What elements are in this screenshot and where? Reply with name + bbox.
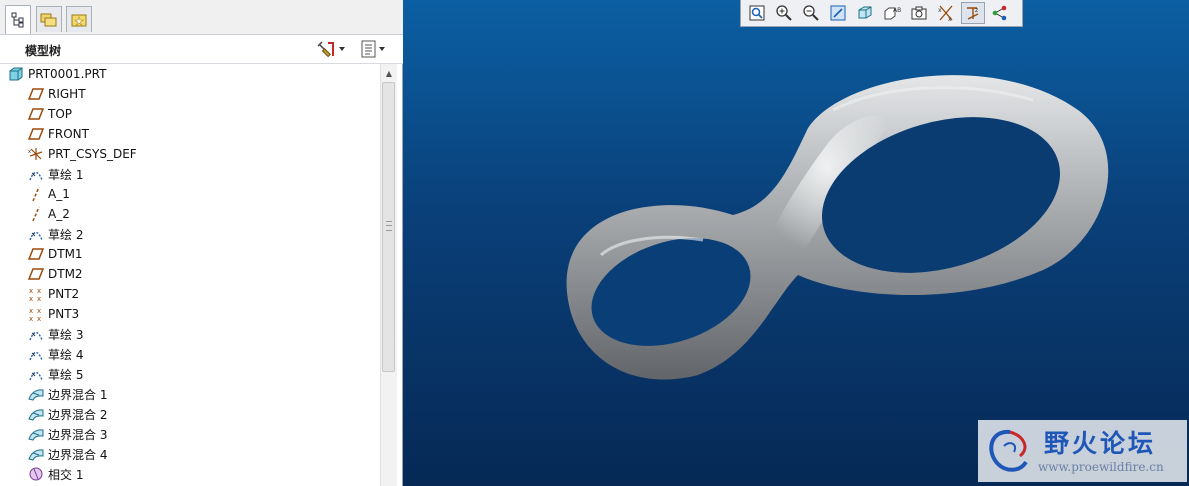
favorites-folder-icon: [71, 14, 87, 26]
part-icon: [8, 66, 24, 82]
svg-text:x: x: [29, 307, 33, 315]
tree-item-datum-front[interactable]: FRONT: [28, 124, 89, 144]
datum-plane-icon: [28, 106, 44, 122]
datum-plane-icon: [28, 126, 44, 142]
tree-item-boundary-blend-3[interactable]: 边界混合 3: [28, 424, 107, 444]
boundary-blend-icon: [28, 426, 44, 442]
tab-folder-browser[interactable]: [36, 6, 62, 32]
tab-favorites[interactable]: [66, 6, 92, 32]
navigator-panel: 模型树 PRT0001.PRT RIGHT TOP FRONT x PRT_CS…: [0, 0, 403, 486]
tree-item-point-pnt3[interactable]: xxxx PNT3: [28, 304, 79, 324]
tree-item-point-pnt2[interactable]: xxxx PNT2: [28, 284, 79, 304]
sketch-icon: [28, 346, 44, 362]
tree-item-boundary-blend-4[interactable]: 边界混合 4: [28, 444, 107, 464]
folder-browser-icon: [40, 13, 57, 26]
tree-item-intersect-1[interactable]: 相交 1: [28, 464, 83, 484]
coordinate-system-icon: x: [28, 146, 44, 162]
svg-text:x: x: [37, 287, 41, 295]
datum-axis-icon: [28, 206, 44, 222]
datum-point-icon: xxxx: [28, 306, 44, 322]
scroll-up-arrow-icon[interactable]: ▲: [381, 65, 397, 81]
sketch-icon: [28, 226, 44, 242]
chevron-down-icon: [339, 47, 345, 51]
datum-point-icon: xxxx: [28, 286, 44, 302]
svg-text:x: x: [37, 295, 41, 302]
tree-item-boundary-blend-2[interactable]: 边界混合 2: [28, 404, 107, 424]
tree-item-sketch-5[interactable]: 草绘 5: [28, 364, 83, 384]
svg-text:x: x: [29, 295, 33, 302]
model-tree-icon: [11, 12, 24, 28]
sketch-icon: [28, 166, 44, 182]
scroll-thumb[interactable]: [382, 82, 395, 372]
tree-item-sketch-3[interactable]: 草绘 3: [28, 324, 83, 344]
tree-item-datum-top[interactable]: TOP: [28, 104, 72, 124]
tree-item-axis-a2[interactable]: A_2: [28, 204, 70, 224]
svg-text:x: x: [29, 315, 33, 322]
tree-item-part[interactable]: PRT0001.PRT: [8, 64, 106, 84]
navigator-tabs: [0, 0, 403, 35]
model-tree-title: 模型树: [25, 44, 62, 58]
datum-plane-icon: [28, 246, 44, 262]
model-tree-header: 模型树: [0, 35, 403, 64]
grip-icon: [386, 221, 392, 231]
forum-watermark: 野火论坛 www.proewildfire.cn: [978, 420, 1187, 482]
boundary-blend-icon: [28, 406, 44, 422]
tree-item-csys[interactable]: x PRT_CSYS_DEF: [28, 144, 137, 164]
watermark-title: 野火论坛: [1044, 429, 1157, 458]
tree-item-boundary-blend-1[interactable]: 边界混合 1: [28, 384, 107, 404]
model-tree-scrollbar[interactable]: ▲: [380, 64, 397, 486]
tree-item-axis-a1[interactable]: A_1: [28, 184, 70, 204]
figure-eight-model[interactable]: [403, 0, 1189, 486]
graphics-viewport[interactable]: AB xx z 野火论坛 www.proewildfire.cn: [403, 0, 1189, 486]
sketch-icon: [28, 326, 44, 342]
tree-item-sketch-4[interactable]: 草绘 4: [28, 344, 83, 364]
tree-show-button[interactable]: [360, 39, 386, 59]
tools-icon: [317, 41, 334, 58]
tree-item-datum-right[interactable]: RIGHT: [28, 84, 86, 104]
datum-axis-icon: [28, 186, 44, 202]
boundary-blend-icon: [28, 446, 44, 462]
datum-plane-icon: [28, 86, 44, 102]
tree-item-datum-dtm1[interactable]: DTM1: [28, 244, 83, 264]
svg-text:x: x: [28, 149, 31, 155]
svg-text:x: x: [37, 315, 41, 322]
tree-item-sketch-2[interactable]: 草绘 2: [28, 224, 83, 244]
tree-item-datum-dtm2[interactable]: DTM2: [28, 264, 83, 284]
svg-text:x: x: [29, 287, 33, 295]
chevron-down-icon: [379, 47, 385, 51]
watermark-url: www.proewildfire.cn: [1038, 460, 1164, 474]
tab-model-tree[interactable]: [5, 5, 31, 34]
forum-logo-icon: [989, 429, 1028, 472]
intersect-icon: [28, 466, 44, 482]
tree-item-sketch-1[interactable]: 草绘 1: [28, 164, 83, 184]
svg-text:x: x: [37, 307, 41, 315]
list-icon: [361, 40, 376, 58]
model-tree: PRT0001.PRT RIGHT TOP FRONT x PRT_CSYS_D…: [0, 64, 380, 486]
tree-settings-button[interactable]: [316, 39, 346, 59]
datum-plane-icon: [28, 266, 44, 282]
boundary-blend-icon: [28, 386, 44, 402]
sketch-icon: [28, 366, 44, 382]
